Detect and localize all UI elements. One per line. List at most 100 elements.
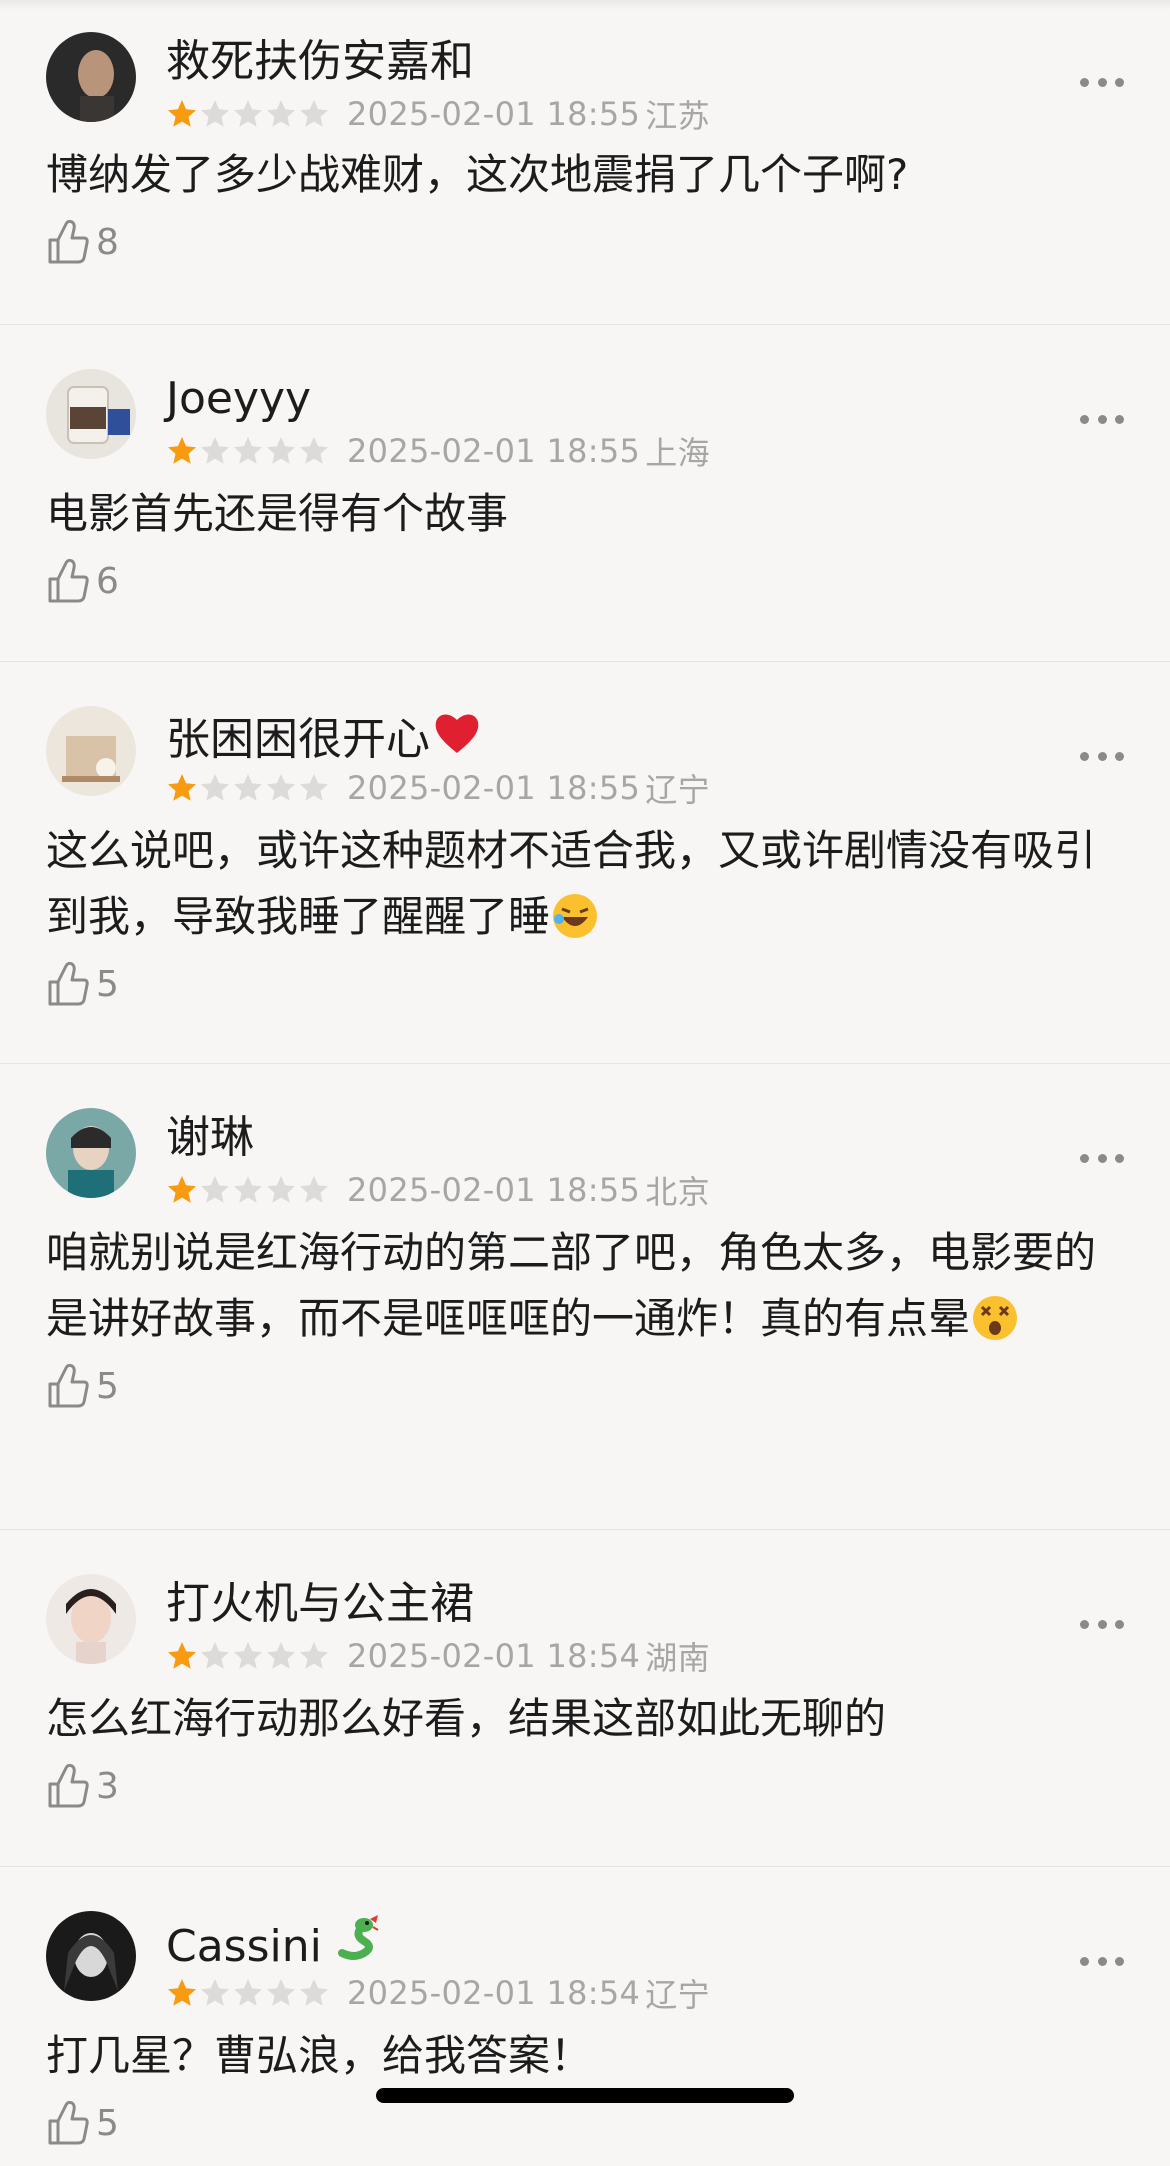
star-empty-icon: [265, 1977, 297, 2009]
thumbs-up-icon: [46, 557, 90, 605]
username[interactable]: Cassini: [166, 1913, 392, 1975]
more-options-icon[interactable]: [1080, 1146, 1124, 1170]
star-empty-icon: [232, 1640, 264, 1672]
more-options-icon[interactable]: [1080, 1949, 1124, 1973]
star-empty-icon: [199, 1174, 231, 1206]
like-count: 3: [96, 1765, 119, 1807]
star-empty-icon: [298, 772, 330, 804]
star-filled-icon: [166, 1977, 198, 2009]
thumbs-up-icon: [46, 218, 90, 266]
review-meta: 2025-02-01 18:55 江苏: [166, 94, 710, 135]
review-text: 博纳发了多少战难财，这次地震捐了几个子啊?: [46, 150, 909, 199]
star-empty-icon: [265, 435, 297, 467]
review-header: 张困困很开心 2025-02-01 18:55 辽宁: [46, 706, 1124, 818]
review-header: 谢琳 2025-02-01 18:55 北京: [46, 1108, 1124, 1220]
review-location: 湖南: [645, 1639, 710, 1677]
like-count: 5: [96, 1365, 119, 1407]
avatar[interactable]: [46, 369, 136, 459]
home-indicator[interactable]: [376, 2088, 794, 2103]
username[interactable]: 救死扶伤安嘉和: [166, 34, 474, 90]
star-empty-icon: [232, 435, 264, 467]
avatar[interactable]: [46, 32, 136, 122]
avatar[interactable]: [46, 1911, 136, 2001]
avatar[interactable]: [46, 1108, 136, 1198]
like-button[interactable]: 3: [46, 1756, 1124, 1816]
review-item: 谢琳 2025-02-01 18:55 北京 咱就别说是红海行动的第二部了吧，角…: [0, 1063, 1170, 1529]
thumbs-up-icon: [46, 1762, 90, 1810]
star-empty-icon: [265, 98, 297, 130]
like-count: 8: [96, 221, 119, 263]
star-filled-icon: [166, 98, 198, 130]
review-item: 张困困很开心 2025-02-01 18:55 辽宁 这么说吧，或许这种题材不适…: [0, 661, 1170, 1063]
star-filled-icon: [166, 772, 198, 804]
star-empty-icon: [298, 1174, 330, 1206]
review-list: 救死扶伤安嘉和 2025-02-01 18:55 江苏 博纳发了多少战难财，这次…: [0, 0, 1170, 2166]
star-empty-icon: [298, 98, 330, 130]
star-rating: [166, 1640, 331, 1672]
username-text: 张困困很开心: [166, 714, 430, 765]
review-text: 咱就别说是红海行动的第二部了吧，角色太多，电影要的是讲好故事，而不是哐哐哐的一通…: [46, 1220, 1124, 1352]
like-button[interactable]: 5: [46, 954, 1124, 1014]
review-location: 上海: [645, 434, 710, 472]
like-count: 6: [96, 560, 119, 602]
username[interactable]: 张困困很开心: [166, 708, 486, 768]
thumbs-up-icon: [46, 2099, 90, 2147]
star-rating: [166, 98, 331, 130]
review-item: 打火机与公主裙 2025-02-01 18:54 湖南 怎么红海行动那么好看，结…: [0, 1529, 1170, 1866]
avatar[interactable]: [46, 1574, 136, 1664]
review-date: 2025-02-01 18:55: [347, 95, 641, 133]
review-meta: 2025-02-01 18:55 上海: [166, 431, 710, 472]
laughing-emoji-icon: [550, 891, 600, 941]
username-text: Cassini: [166, 1921, 322, 1972]
review-header: 救死扶伤安嘉和 2025-02-01 18:55 江苏: [46, 32, 1124, 144]
review-text: 打几星？曹弘浪，给我答案！: [46, 2031, 593, 2080]
review-date: 2025-02-01 18:55: [347, 432, 641, 470]
star-empty-icon: [265, 1640, 297, 1672]
review-meta: 2025-02-01 18:55 辽宁: [166, 768, 710, 809]
username[interactable]: 打火机与公主裙: [166, 1576, 474, 1632]
star-empty-icon: [199, 1977, 231, 2009]
review-date: 2025-02-01 18:54: [347, 1974, 641, 2012]
star-empty-icon: [199, 1640, 231, 1672]
star-rating: [166, 1977, 331, 2009]
more-options-icon[interactable]: [1080, 407, 1124, 431]
star-rating: [166, 435, 331, 467]
star-filled-icon: [166, 1640, 198, 1672]
star-rating: [166, 1174, 331, 1206]
review-date: 2025-02-01 18:55: [347, 1171, 641, 1209]
like-button[interactable]: 6: [46, 551, 1124, 611]
dizzy-face-emoji-icon: [970, 1293, 1020, 1343]
star-empty-icon: [265, 772, 297, 804]
username[interactable]: 谢琳: [166, 1110, 254, 1166]
star-filled-icon: [166, 435, 198, 467]
review-header: Joeyyy 2025-02-01 18:55 上海: [46, 369, 1124, 481]
star-empty-icon: [232, 1977, 264, 2009]
review-text: 电影首先还是得有个故事: [46, 489, 509, 538]
star-empty-icon: [298, 435, 330, 467]
avatar[interactable]: [46, 706, 136, 796]
like-count: 5: [96, 2102, 119, 2144]
review-item: Cassini 2025-02-01 18:54 辽宁 打几星？曹弘浪，给我答案…: [0, 1866, 1170, 2166]
like-button[interactable]: 5: [46, 1356, 1124, 1416]
like-button[interactable]: 8: [46, 212, 1124, 272]
review-item: 救死扶伤安嘉和 2025-02-01 18:55 江苏 博纳发了多少战难财，这次…: [0, 0, 1170, 324]
star-empty-icon: [265, 1174, 297, 1206]
username[interactable]: Joeyyy: [166, 371, 311, 427]
review-meta: 2025-02-01 18:55 北京: [166, 1170, 710, 1211]
review-item: Joeyyy 2025-02-01 18:55 上海 电影首先还是得有个故事 6: [0, 324, 1170, 661]
like-count: 5: [96, 963, 119, 1005]
star-filled-icon: [166, 1174, 198, 1206]
thumbs-up-icon: [46, 1362, 90, 1410]
more-options-icon[interactable]: [1080, 70, 1124, 94]
review-date: 2025-02-01 18:54: [347, 1637, 641, 1675]
more-options-icon[interactable]: [1080, 744, 1124, 768]
thumbs-up-icon: [46, 960, 90, 1008]
more-options-icon[interactable]: [1080, 1612, 1124, 1636]
review-meta: 2025-02-01 18:54 辽宁: [166, 1973, 710, 2014]
review-location: 辽宁: [645, 1976, 710, 2014]
review-header: 打火机与公主裙 2025-02-01 18:54 湖南: [46, 1574, 1124, 1686]
review-location: 辽宁: [645, 771, 710, 809]
review-text-content: 咱就别说是红海行动的第二部了吧，角色太多，电影要的是讲好故事，而不是哐哐哐的一通…: [46, 1228, 1097, 1343]
star-empty-icon: [298, 1640, 330, 1672]
review-header: Cassini 2025-02-01 18:54 辽宁: [46, 1911, 1124, 2023]
